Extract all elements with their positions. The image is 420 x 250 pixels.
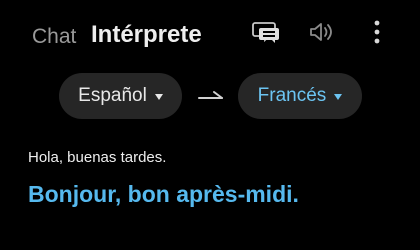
- tab-interpreter[interactable]: Intérprete: [91, 21, 202, 49]
- top-bar: Chat Intérprete: [0, 0, 420, 66]
- language-selector-row: Español Francés: [0, 73, 420, 119]
- translated-text: Bonjour, bon après-midi.: [28, 181, 299, 207]
- target-language-label: Francés: [257, 85, 327, 106]
- volume-icon[interactable]: [306, 17, 336, 47]
- chevron-down-icon: [334, 94, 343, 100]
- source-language-dropdown[interactable]: Español: [59, 73, 182, 119]
- target-language-dropdown[interactable]: Francés: [238, 73, 362, 119]
- source-text: Hola, buenas tardes.: [28, 149, 167, 166]
- source-language-label: Español: [78, 85, 147, 106]
- more-vertical-icon[interactable]: [362, 17, 392, 47]
- chevron-down-icon: [154, 94, 163, 100]
- tab-chat[interactable]: Chat: [32, 25, 76, 49]
- chat-bubble-icon[interactable]: [251, 17, 281, 47]
- arrow-right-icon[interactable]: [197, 86, 225, 106]
